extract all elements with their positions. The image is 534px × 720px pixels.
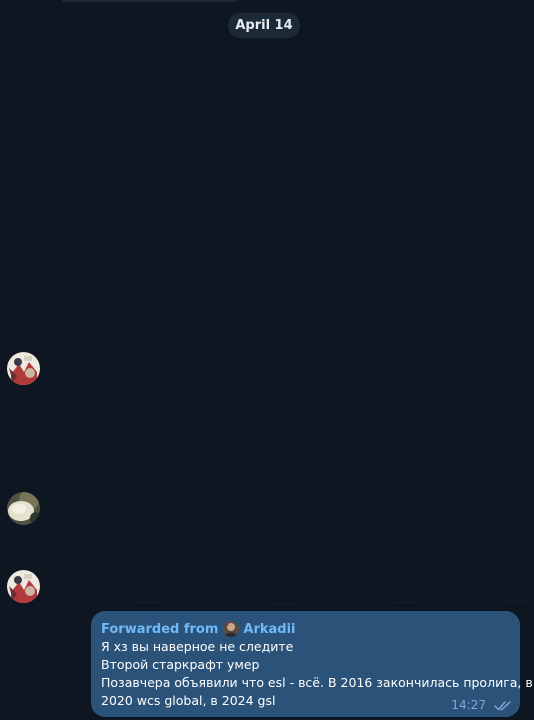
sticker-avatar-icon	[7, 352, 40, 385]
message-meta: 14:27	[451, 698, 512, 712]
divider	[268, 604, 296, 605]
sticker-avatar-icon	[7, 570, 40, 603]
chat-area: April 14 Forwarded from Arkadii Я хз вы …	[0, 0, 534, 720]
photo-avatar-icon	[7, 492, 40, 525]
sender-avatar[interactable]	[7, 570, 40, 603]
message-text-line: Я хз вы наверное не следите	[101, 639, 294, 654]
sender-avatar[interactable]	[7, 352, 40, 385]
forwarded-header[interactable]: Forwarded from Arkadii	[101, 620, 506, 638]
date-separator: April 14	[228, 13, 300, 38]
divider	[136, 602, 162, 603]
forwarded-sender-name[interactable]: Arkadii	[243, 622, 295, 637]
message-text-line: 2020 wcs global, в 2024 gsl	[101, 693, 276, 708]
message-time: 14:27	[451, 698, 486, 712]
forwarded-avatar	[223, 621, 240, 637]
message-bubble[interactable]: Forwarded from Arkadii Я хз вы наверное …	[91, 611, 533, 717]
divider	[507, 601, 529, 602]
divider	[393, 602, 417, 603]
forwarded-prefix: Forwarded from	[101, 621, 219, 637]
double-check-icon	[494, 700, 511, 710]
sender-avatar[interactable]	[7, 492, 40, 525]
message-text-line: Второй старкрафт умер	[101, 657, 260, 672]
message-text-line: Позавчера объявили что esl - всё. В 2016…	[101, 675, 533, 690]
forwarded-avatar-icon	[223, 621, 240, 637]
top-divider	[62, 0, 237, 2]
